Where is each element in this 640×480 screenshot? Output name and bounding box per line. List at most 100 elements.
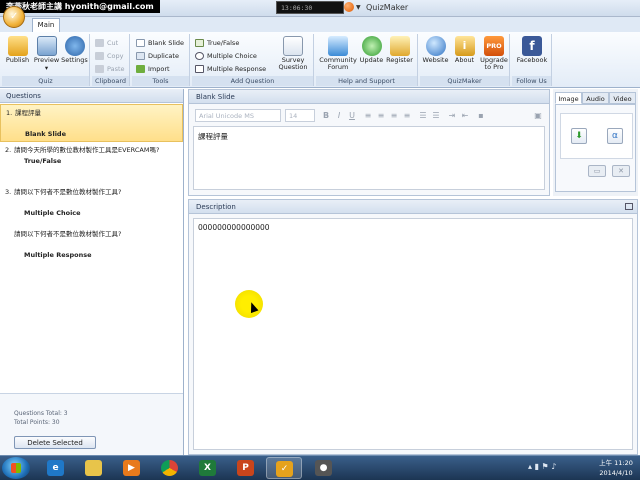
question-item-4[interactable]: 4. 請問以下何者不是數位教材製作工具? Multiple Response (0, 226, 183, 268)
forum-icon (328, 36, 348, 56)
ribbon-group-help: Community Forum Update Register Help and… (316, 34, 418, 86)
question-item-3[interactable]: 3. 請問以下何者不是數位教材製作工具? Multiple Choice (0, 184, 183, 226)
website-button[interactable]: Website (422, 36, 449, 76)
font-size-select[interactable]: 14 (285, 109, 315, 122)
community-forum-button[interactable]: Community Forum (319, 36, 357, 76)
publish-button[interactable]: Publish (4, 36, 31, 76)
add-image-icon[interactable]: ⬇ (571, 128, 587, 144)
taskbar-quizmaker[interactable]: ✓ (266, 457, 302, 479)
underline-icon[interactable]: U (347, 110, 357, 121)
application-menu-button[interactable]: ✓ (3, 6, 25, 28)
media-body: ⬇ α ▭ ✕ (555, 104, 636, 192)
preview-button[interactable]: Preview ▾ (33, 36, 60, 76)
survey-question-button[interactable]: Survey Question (275, 36, 311, 76)
collapse-icon[interactable] (625, 203, 633, 210)
true-false-button[interactable]: True/False (195, 37, 239, 49)
chrome-icon (161, 460, 178, 476)
taskbar-media-player[interactable]: ▶ (114, 457, 150, 479)
taskbar-recorder[interactable]: ● (306, 457, 342, 479)
record-icon[interactable] (344, 2, 354, 12)
blank-slide-icon (136, 39, 145, 47)
excel-icon: X (199, 460, 216, 476)
text-color-icon[interactable]: ▪ (476, 110, 486, 121)
volume-icon[interactable]: ♪ (551, 462, 556, 471)
clock-time: 上午 11:20 (599, 459, 633, 467)
tab-video[interactable]: Video (609, 92, 636, 104)
description-title: Description (189, 200, 637, 214)
format-toolbar: Arial Unicode MS 14 B I U ≡ ≡ ≡ ≡ ☰ ☰ ⇥ … (193, 109, 545, 124)
remove-media-icon[interactable]: ✕ (612, 165, 630, 177)
paste-button[interactable]: Paste (95, 63, 125, 75)
title-bar: 李燕秋老師主講 hyonith@gmail.com 13:06:30 ▼ Qui… (0, 0, 640, 17)
questions-panel: Questions 1. 課程評量 Blank Slide 2. 請問今天所學的… (0, 89, 184, 455)
cut-button[interactable]: Cut (95, 37, 118, 49)
network-icon[interactable]: ▮ (535, 462, 539, 471)
copy-icon (95, 52, 104, 60)
outdent-icon[interactable]: ⇤ (460, 110, 470, 121)
taskbar-excel[interactable]: X (190, 457, 226, 479)
settings-button[interactable]: Settings (61, 36, 88, 76)
group-label-add-question: Add Question (192, 76, 313, 86)
question-item-2[interactable]: 2. 請問今天所學的數位教材製作工具是EVERCAM嗎? True/False (0, 142, 183, 184)
copy-button[interactable]: Copy (95, 50, 124, 62)
ribbon: Publish Preview ▾ Settings Quiz Cut Copy… (0, 32, 640, 88)
tab-main[interactable]: Main (32, 18, 60, 32)
bullet-list-icon[interactable]: ☰ (418, 110, 428, 121)
description-editor[interactable]: 000000000000000 (193, 218, 633, 450)
taskbar-ie[interactable]: e (38, 457, 74, 479)
insert-equation-icon[interactable]: α (607, 128, 623, 144)
points-total: Total Points: 30 (14, 419, 60, 426)
quizmaker-icon: ✓ (276, 461, 293, 477)
register-button[interactable]: Register (386, 36, 413, 76)
media-preview: ⬇ α (560, 113, 633, 159)
delete-selected-button[interactable]: Delete Selected (14, 436, 96, 449)
question-type: Blank Slide (25, 130, 66, 138)
font-family-select[interactable]: Arial Unicode MS (195, 109, 281, 122)
bold-icon[interactable]: B (321, 110, 331, 121)
edit-media-icon[interactable]: ▭ (588, 165, 606, 177)
presenter-overlay-label: 李燕秋老師主講 hyonith@gmail.com (0, 0, 160, 13)
import-icon (136, 65, 145, 73)
update-button[interactable]: Update (358, 36, 385, 76)
duplicate-button[interactable]: Duplicate (136, 50, 179, 62)
insert-image-icon[interactable]: ▣ (533, 110, 543, 121)
taskbar-clock[interactable]: 上午 11:20 2014/4/10 (596, 458, 636, 478)
globe-icon (425, 36, 446, 56)
tab-audio[interactable]: Audio (582, 92, 609, 104)
ribbon-group-add-question: True/False Multiple Choice Multiple Resp… (192, 34, 314, 86)
taskbar-powerpoint[interactable]: P (228, 457, 264, 479)
action-center-icon[interactable]: ⚑ (542, 462, 549, 471)
question-item-1[interactable]: 1. 課程評量 Blank Slide (0, 104, 183, 142)
group-label-tools: Tools (132, 76, 189, 86)
question-text-editor[interactable]: 課程評量 (193, 126, 545, 190)
description-panel: Description 000000000000000 (188, 199, 638, 455)
taskbar-chrome[interactable] (152, 457, 188, 479)
multiple-response-button[interactable]: Multiple Response (195, 63, 266, 75)
group-label-quiz: Quiz (2, 76, 89, 86)
survey-icon (283, 36, 303, 56)
indent-icon[interactable]: ⇥ (447, 110, 457, 121)
taskbar-explorer[interactable] (76, 457, 112, 479)
numbered-list-icon[interactable]: ☰ (431, 110, 441, 121)
multiple-choice-button[interactable]: Multiple Choice (195, 50, 257, 62)
align-center-icon[interactable]: ≡ (376, 110, 386, 121)
dropdown-arrow-icon[interactable]: ▼ (356, 4, 361, 11)
paste-icon (95, 65, 104, 73)
align-justify-icon[interactable]: ≡ (402, 110, 412, 121)
ribbon-group-quizmaker: Website i About PRO Upgrade to Pro QuizM… (420, 34, 510, 86)
facebook-button[interactable]: f Facebook (516, 36, 548, 76)
chevron-up-icon[interactable]: ▴ (528, 462, 532, 471)
scissors-icon (95, 39, 104, 47)
align-left-icon[interactable]: ≡ (363, 110, 373, 121)
blank-slide-button[interactable]: Blank Slide (136, 37, 184, 49)
upgrade-to-pro-button[interactable]: PRO Upgrade to Pro (479, 36, 509, 76)
italic-icon[interactable]: I (334, 110, 344, 121)
start-button[interactable] (2, 457, 30, 479)
question-type: Multiple Choice (24, 209, 81, 217)
recorder-timer[interactable]: 13:06:30 (276, 1, 344, 14)
about-button[interactable]: i About (451, 36, 478, 76)
align-right-icon[interactable]: ≡ (389, 110, 399, 121)
quizmaker-logo-icon: ✓ (10, 11, 19, 22)
tab-image[interactable]: Image (555, 92, 582, 104)
import-button[interactable]: Import (136, 63, 170, 75)
